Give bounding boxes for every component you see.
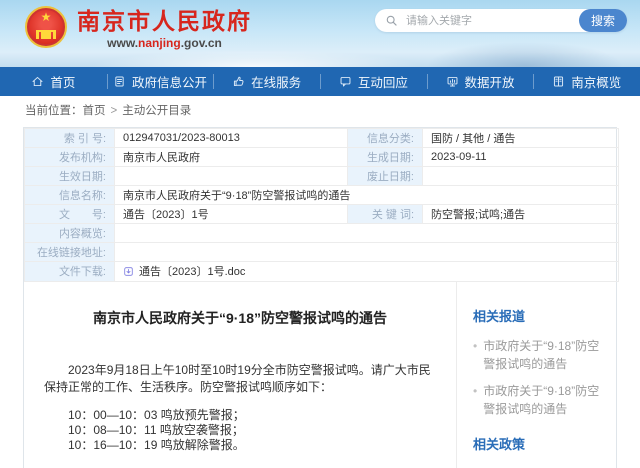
article-paragraph: 2023年9月18日上午10时至10时19分全市防空警报试鸣。请广大市民保持正常…: [44, 362, 436, 396]
meta-label: 生效日期:: [25, 167, 115, 186]
meta-value: 国防 / 其他 / 通告: [423, 129, 619, 148]
monitor-icon: [446, 75, 459, 88]
meta-value: 2023-09-11: [423, 148, 619, 167]
search-icon: [385, 14, 398, 27]
nav-item-label: 政府信息公开: [132, 72, 207, 91]
breadcrumb-home-link[interactable]: 首页: [83, 105, 106, 117]
related-report-text: 市政府关于“9·18”防空警报试鸣的通告: [483, 337, 606, 373]
breadcrumb-prefix: 当前位置：: [25, 105, 83, 117]
site-header: ★ 南京市人民政府 www.nanjing.gov.cn 搜索: [0, 0, 640, 67]
related-sidebar: 相关报道 •市政府关于“9·18”防空警报试鸣的通告•市政府关于“9·18”防空…: [456, 282, 616, 468]
table-row: 生效日期: 废止日期:: [25, 167, 619, 186]
search-button[interactable]: 搜索: [579, 9, 627, 32]
search-bar: 搜索: [375, 9, 627, 32]
file-name: 通告〔2023〕1号.doc: [139, 263, 245, 279]
book-icon: [552, 75, 565, 88]
meta-value: [115, 243, 619, 262]
site-title: 南京市人民政府: [77, 8, 252, 34]
siren-schedule-line: 10：16—10：19 鸣放解除警报。: [44, 438, 436, 453]
document-icon: [113, 75, 126, 88]
meta-value: 通告〔2023〕1号: [115, 205, 348, 224]
meta-label: 文件下载:: [25, 262, 115, 282]
national-emblem-icon: ★: [25, 6, 67, 48]
meta-label: 废止日期:: [348, 167, 423, 186]
nav-item-5[interactable]: 数据开放: [427, 67, 534, 96]
breadcrumb-separator: >: [111, 105, 118, 117]
article-title: 南京市人民政府关于“9·18”防空警报试鸣的通告: [44, 308, 436, 328]
siren-schedule-line: 10：08—10：11 鸣放空袭警报；: [44, 423, 436, 438]
nav-item-label: 互动回应: [358, 72, 408, 91]
nav-item-4[interactable]: 互动回应: [320, 67, 427, 96]
breadcrumb-current: 主动公开目录: [122, 105, 191, 117]
related-report-link[interactable]: •市政府关于“9·18”防空警报试鸣的通告: [473, 382, 606, 418]
meta-label: 信息分类:: [348, 129, 423, 148]
related-policies-title: 相关政策: [473, 434, 606, 453]
site-logo[interactable]: ★ 南京市人民政府 www.nanjing.gov.cn: [25, 6, 252, 50]
nav-item-label: 南京概览: [571, 72, 621, 91]
bullet-icon: •: [473, 382, 477, 418]
meta-label: 索 引 号:: [25, 129, 115, 148]
content-box: 索 引 号:012947031/2023-80013信息分类:国防 / 其他 /…: [23, 127, 617, 468]
nav-item-label: 数据开放: [465, 72, 515, 91]
related-reports-title: 相关报道: [473, 306, 606, 325]
table-row: 发布机构:南京市人民政府生成日期:2023-09-11: [25, 148, 619, 167]
table-row: 文件下载: 通告〔2023〕1号.doc: [25, 262, 619, 282]
nav-item-1[interactable]: 首页: [0, 67, 107, 96]
nav-item-6[interactable]: 南京概览: [533, 67, 640, 96]
nav-item-3[interactable]: 在线服务: [213, 67, 320, 96]
article-section: 南京市人民政府关于“9·18”防空警报试鸣的通告 2023年9月18日上午10时…: [24, 282, 616, 468]
table-row: 文 号:通告〔2023〕1号关 键 词:防空警报;试鸣;通告: [25, 205, 619, 224]
breadcrumb: 当前位置：首页 > 主动公开目录: [0, 96, 640, 127]
file-download-link[interactable]: 通告〔2023〕1号.doc: [123, 263, 245, 279]
siren-schedule-line: 10：00—10：03 鸣放预先警报；: [44, 408, 436, 423]
meta-value: [115, 167, 348, 186]
table-row: 内容概览:: [25, 224, 619, 243]
meta-label: 文 号:: [25, 205, 115, 224]
bullet-icon: •: [473, 337, 477, 373]
meta-value: [115, 224, 619, 243]
meta-label: 关 键 词:: [348, 205, 423, 224]
meta-label: 生成日期:: [348, 148, 423, 167]
site-url: www.nanjing.gov.cn: [77, 36, 252, 50]
meta-value: 通告〔2023〕1号.doc: [115, 262, 619, 282]
meta-value: [423, 167, 619, 186]
chat-icon: [339, 75, 352, 88]
table-row: 在线链接地址:: [25, 243, 619, 262]
nav-item-label: 在线服务: [251, 72, 301, 91]
meta-value: 012947031/2023-80013: [115, 129, 348, 148]
nav-item-label: 首页: [50, 72, 75, 91]
related-reports-list: •市政府关于“9·18”防空警报试鸣的通告•市政府关于“9·18”防空警报试鸣的…: [473, 337, 606, 418]
meta-value: 防空警报;试鸣;通告: [423, 205, 619, 224]
table-row: 信息名称:南京市人民政府关于“9·18”防空警报试鸣的通告: [25, 186, 619, 205]
document-meta-table: 索 引 号:012947031/2023-80013信息分类:国防 / 其他 /…: [24, 128, 619, 282]
home-icon: [31, 75, 44, 88]
related-report-link[interactable]: •市政府关于“9·18”防空警报试鸣的通告: [473, 337, 606, 373]
page: ★ 南京市人民政府 www.nanjing.gov.cn 搜索 首页 政府信息公开…: [0, 0, 640, 468]
meta-label: 在线链接地址:: [25, 243, 115, 262]
meta-label: 信息名称:: [25, 186, 115, 205]
search-input[interactable]: [404, 14, 579, 28]
nav-item-2[interactable]: 政府信息公开: [107, 67, 214, 96]
meta-value: 南京市人民政府: [115, 148, 348, 167]
meta-label: 内容概览:: [25, 224, 115, 243]
article-body: 2023年9月18日上午10时至10时19分全市防空警报试鸣。请广大市民保持正常…: [44, 362, 436, 453]
table-row: 索 引 号:012947031/2023-80013信息分类:国防 / 其他 /…: [25, 129, 619, 148]
download-icon: [123, 266, 134, 277]
related-report-text: 市政府关于“9·18”防空警报试鸣的通告: [483, 382, 606, 418]
meta-label: 发布机构:: [25, 148, 115, 167]
siren-schedule: 10：00—10：03 鸣放预先警报；10：08—10：11 鸣放空袭警报；10…: [44, 408, 436, 453]
article-main: 南京市人民政府关于“9·18”防空警报试鸣的通告 2023年9月18日上午10时…: [24, 282, 456, 468]
thumbs-up-icon: [232, 75, 245, 88]
meta-value: 南京市人民政府关于“9·18”防空警报试鸣的通告: [115, 186, 619, 205]
main-nav: 首页 政府信息公开 在线服务 互动回应 数据开放 南京概览: [0, 67, 640, 96]
